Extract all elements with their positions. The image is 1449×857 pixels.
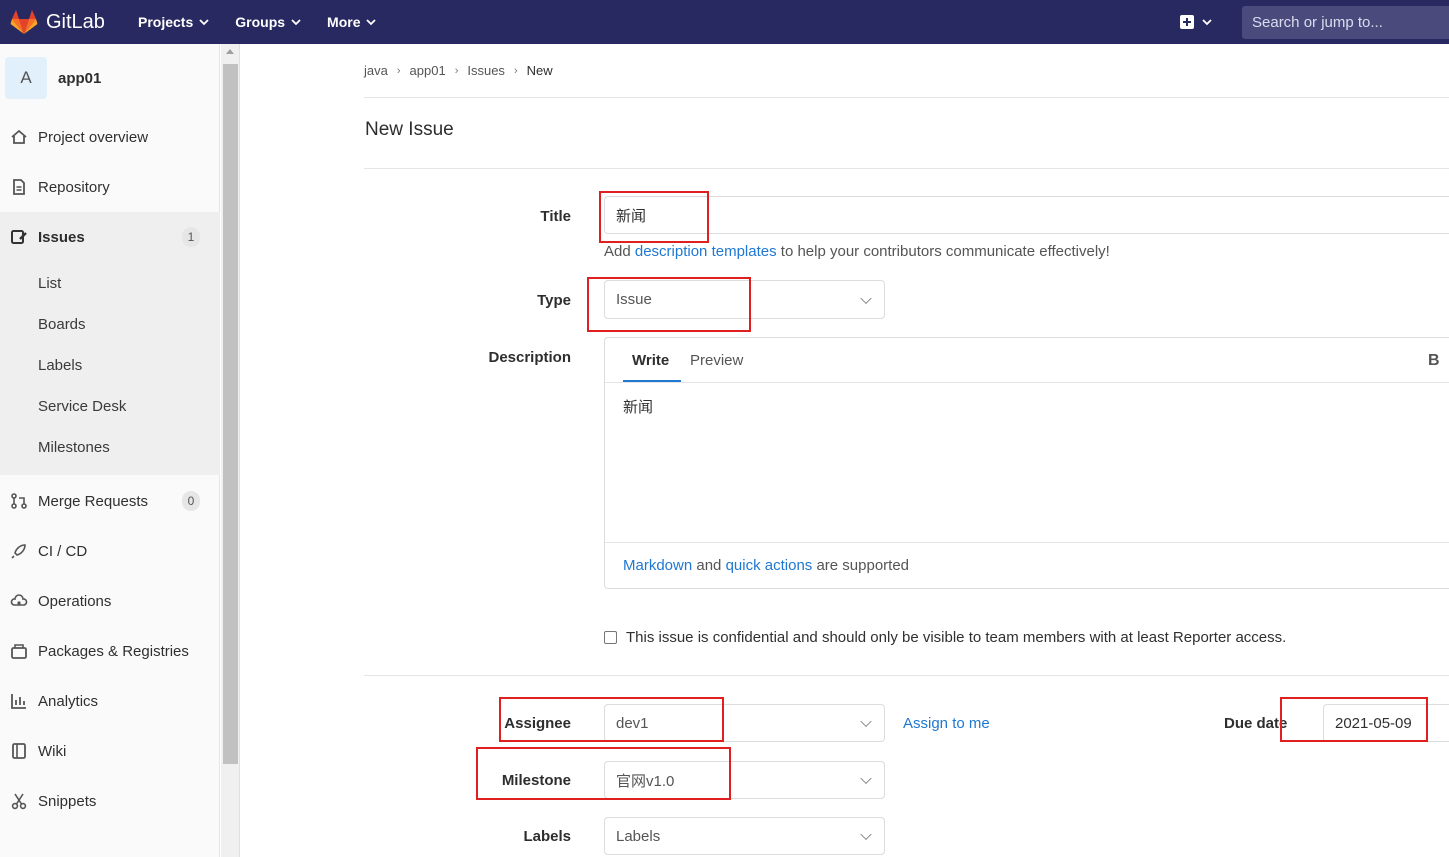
search-input[interactable]: Search or jump to... xyxy=(1242,6,1449,39)
chevron-down-icon xyxy=(860,292,872,304)
tab-preview[interactable]: Preview xyxy=(690,352,743,369)
confidential-checkbox[interactable] xyxy=(604,631,617,644)
merge-icon xyxy=(11,493,27,509)
assign-to-me-link[interactable]: Assign to me xyxy=(903,715,990,732)
sidebar-item-repository[interactable]: Repository xyxy=(0,162,220,212)
issues-icon xyxy=(11,230,27,244)
breadcrumb-java[interactable]: java xyxy=(364,63,388,78)
divider xyxy=(605,542,1449,543)
divider xyxy=(364,168,1449,169)
top-navbar: GitLab Projects Groups More Search or ju… xyxy=(0,0,1449,44)
annotation-highlight-due-date xyxy=(1280,697,1428,742)
doc-icon xyxy=(13,179,25,195)
description-templates-help: Add description templates to help your c… xyxy=(604,243,1110,260)
subnav-boards[interactable]: Boards xyxy=(38,316,86,333)
annotation-highlight-type xyxy=(587,277,751,332)
cloud-gear-icon xyxy=(10,594,28,606)
chevron-down-icon xyxy=(860,772,872,785)
merge-requests-count-badge: 0 xyxy=(182,491,200,511)
sidebar-item-snippets[interactable]: Snippets xyxy=(0,776,220,826)
subnav-list[interactable]: List xyxy=(38,275,61,292)
brand-name: GitLab xyxy=(46,10,105,33)
project-sidebar: A app01 Project overview Repository Issu… xyxy=(0,44,220,857)
title-input[interactable]: 新闻 xyxy=(604,196,1449,234)
confidential-option: This issue is confidential and should on… xyxy=(604,629,1286,646)
new-dropdown-button[interactable] xyxy=(1180,15,1212,29)
title-label: Title xyxy=(540,208,571,225)
breadcrumb-new[interactable]: New xyxy=(527,63,553,78)
chevron-down-icon xyxy=(860,828,872,841)
description-templates-link[interactable]: description templates xyxy=(635,243,777,260)
chevron-down-icon xyxy=(291,19,301,26)
chevron-down-icon xyxy=(199,19,209,26)
scroll-up-arrow-icon[interactable] xyxy=(226,49,234,54)
editor-tabs: Write Preview B xyxy=(605,338,1449,383)
quick-actions-link[interactable]: quick actions xyxy=(726,557,813,574)
sidebar-scrollbar[interactable] xyxy=(221,44,240,857)
annotation-highlight-assignee xyxy=(499,697,724,742)
scrollbar-thumb[interactable] xyxy=(223,64,238,764)
sidebar-item-ci-cd[interactable]: CI / CD xyxy=(0,526,220,576)
project-header[interactable]: A app01 xyxy=(5,57,101,99)
subnav-milestones[interactable]: Milestones xyxy=(38,439,110,456)
markdown-note: Markdown and quick actions are supported xyxy=(623,557,910,574)
sidebar-item-issues[interactable]: Issues 1 xyxy=(0,212,220,262)
type-label: Type xyxy=(537,292,571,309)
due-date-label: Due date xyxy=(1224,715,1288,732)
page-title: New Issue xyxy=(365,119,454,140)
sidebar-item-wiki[interactable]: Wiki xyxy=(0,726,220,776)
issues-count-badge: 1 xyxy=(182,227,200,247)
divider xyxy=(364,675,1449,676)
chevron-down-icon xyxy=(860,715,872,728)
annotation-highlight-title xyxy=(599,191,709,243)
nav-more[interactable]: More xyxy=(327,14,377,30)
plus-square-icon xyxy=(1180,15,1194,29)
breadcrumb-app01[interactable]: app01 xyxy=(410,63,446,78)
sidebar-item-packages-registries[interactable]: Packages & Registries xyxy=(0,626,220,676)
rocket-icon xyxy=(11,544,26,559)
nav-groups[interactable]: Groups xyxy=(235,14,301,30)
nav-projects[interactable]: Projects xyxy=(138,14,209,30)
chevron-down-icon xyxy=(366,19,377,26)
package-icon xyxy=(11,644,27,659)
breadcrumb-issues[interactable]: Issues xyxy=(467,63,505,78)
sidebar-item-operations[interactable]: Operations xyxy=(0,576,220,626)
project-name: app01 xyxy=(58,69,102,87)
chevron-right-icon: › xyxy=(454,64,459,77)
labels-label: Labels xyxy=(523,828,571,845)
book-icon xyxy=(12,743,26,759)
sidebar-item-merge-requests[interactable]: Merge Requests 0 xyxy=(0,476,220,526)
subnav-service-desk[interactable]: Service Desk xyxy=(38,398,126,415)
project-avatar: A xyxy=(5,57,47,99)
tab-write[interactable]: Write xyxy=(632,352,669,369)
scissors-icon xyxy=(11,793,27,810)
description-textarea[interactable]: 新闻 xyxy=(623,396,653,417)
description-editor: Write Preview B 新闻 Markdown and quick ac… xyxy=(604,337,1449,589)
labels-select[interactable]: Labels xyxy=(604,817,885,855)
gitlab-logo[interactable]: GitLab xyxy=(10,9,138,35)
confidential-label[interactable]: This issue is confidential and should on… xyxy=(626,629,1286,646)
annotation-highlight-milestone xyxy=(476,747,731,800)
issues-subnav: List Boards Labels Service Desk Mileston… xyxy=(0,259,220,475)
home-icon xyxy=(11,129,27,144)
divider xyxy=(364,97,1449,98)
chart-icon xyxy=(11,694,26,709)
chevron-right-icon: › xyxy=(396,64,401,77)
sidebar-item-project-overview[interactable]: Project overview xyxy=(0,112,220,162)
bold-button[interactable]: B xyxy=(1428,352,1440,370)
description-label: Description xyxy=(488,349,571,366)
chevron-right-icon: › xyxy=(513,64,518,77)
chevron-down-icon xyxy=(1202,19,1212,26)
markdown-link[interactable]: Markdown xyxy=(623,557,692,574)
tanuki-icon xyxy=(10,10,38,34)
active-tab-indicator xyxy=(623,380,681,382)
breadcrumb: java › app01 › Issues › New xyxy=(364,63,553,78)
sidebar-item-analytics[interactable]: Analytics xyxy=(0,676,220,726)
subnav-labels[interactable]: Labels xyxy=(38,357,82,374)
